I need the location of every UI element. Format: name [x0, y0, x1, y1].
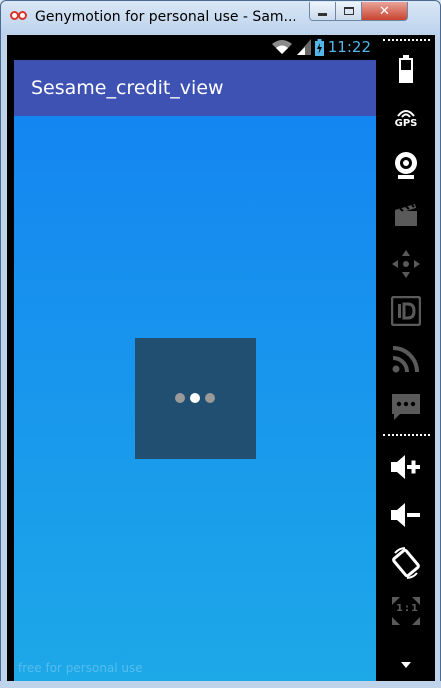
loading-dot-active	[190, 393, 200, 403]
screencast-button[interactable]	[377, 193, 435, 235]
app-title: Sesame_credit_view	[31, 77, 224, 99]
cell-signal-icon	[296, 39, 311, 55]
minimize-icon	[318, 12, 327, 16]
webcam-icon	[395, 152, 417, 179]
toolbar-scroll-down[interactable]	[377, 650, 435, 680]
volume-down-button[interactable]	[377, 494, 435, 536]
gps-label: GPS	[394, 117, 418, 129]
toolbar-divider	[383, 434, 430, 436]
wifi-icon	[271, 40, 292, 54]
maximize-button[interactable]	[335, 2, 362, 21]
title-bar[interactable]: Genymotion for personal use - Sam... ✕	[1, 1, 440, 35]
main-content[interactable]: free for personal use	[14, 116, 376, 681]
sms-button[interactable]	[377, 386, 435, 428]
pixel-perfect-button[interactable]: 1:1	[377, 590, 435, 632]
watermark-text: free for personal use	[18, 661, 143, 675]
network-button[interactable]	[377, 338, 435, 380]
action-bar: Sesame_credit_view	[14, 60, 376, 116]
window-bottom-border	[0, 681, 441, 688]
webcam-button[interactable]	[377, 145, 435, 187]
battery-charging-icon	[314, 38, 324, 56]
loading-dot	[175, 393, 185, 403]
video-capture-icon	[395, 204, 417, 226]
battery-button[interactable]	[377, 48, 435, 90]
toolbar-divider	[383, 39, 430, 41]
dpad-button[interactable]	[377, 243, 435, 285]
android-status-bar: 11:22	[7, 35, 377, 60]
status-clock: 11:22	[327, 38, 371, 56]
sms-icon	[392, 394, 420, 420]
loading-indicator	[135, 338, 256, 459]
pixel-ratio-label: 1:1	[396, 603, 420, 614]
device-id-button[interactable]	[377, 290, 435, 332]
window-title: Genymotion for personal use - Sam...	[35, 9, 295, 25]
chevron-down-icon	[401, 662, 411, 668]
volume-up-button[interactable]	[377, 446, 435, 488]
gps-button[interactable]: GPS	[377, 97, 435, 139]
screen-left-edge	[7, 60, 14, 681]
dpad-icon	[392, 250, 420, 278]
volume-up-icon	[391, 455, 420, 479]
rotate-icon	[392, 547, 420, 579]
close-button[interactable]: ✕	[361, 2, 408, 21]
genymotion-app-icon	[10, 10, 28, 22]
rotate-button[interactable]	[377, 542, 435, 584]
rss-icon	[392, 346, 419, 373]
volume-down-icon	[391, 503, 420, 527]
maximize-icon	[343, 7, 354, 15]
battery-icon	[399, 55, 413, 83]
id-icon	[391, 296, 421, 326]
loading-dot	[205, 393, 215, 403]
close-icon: ✕	[379, 3, 390, 19]
genymotion-side-toolbar: GPS 1:1	[377, 35, 435, 681]
device-screen[interactable]: 11:22 Sesame_credit_view free for person…	[7, 35, 377, 681]
minimize-button[interactable]	[309, 2, 336, 21]
gps-icon	[397, 109, 415, 118]
